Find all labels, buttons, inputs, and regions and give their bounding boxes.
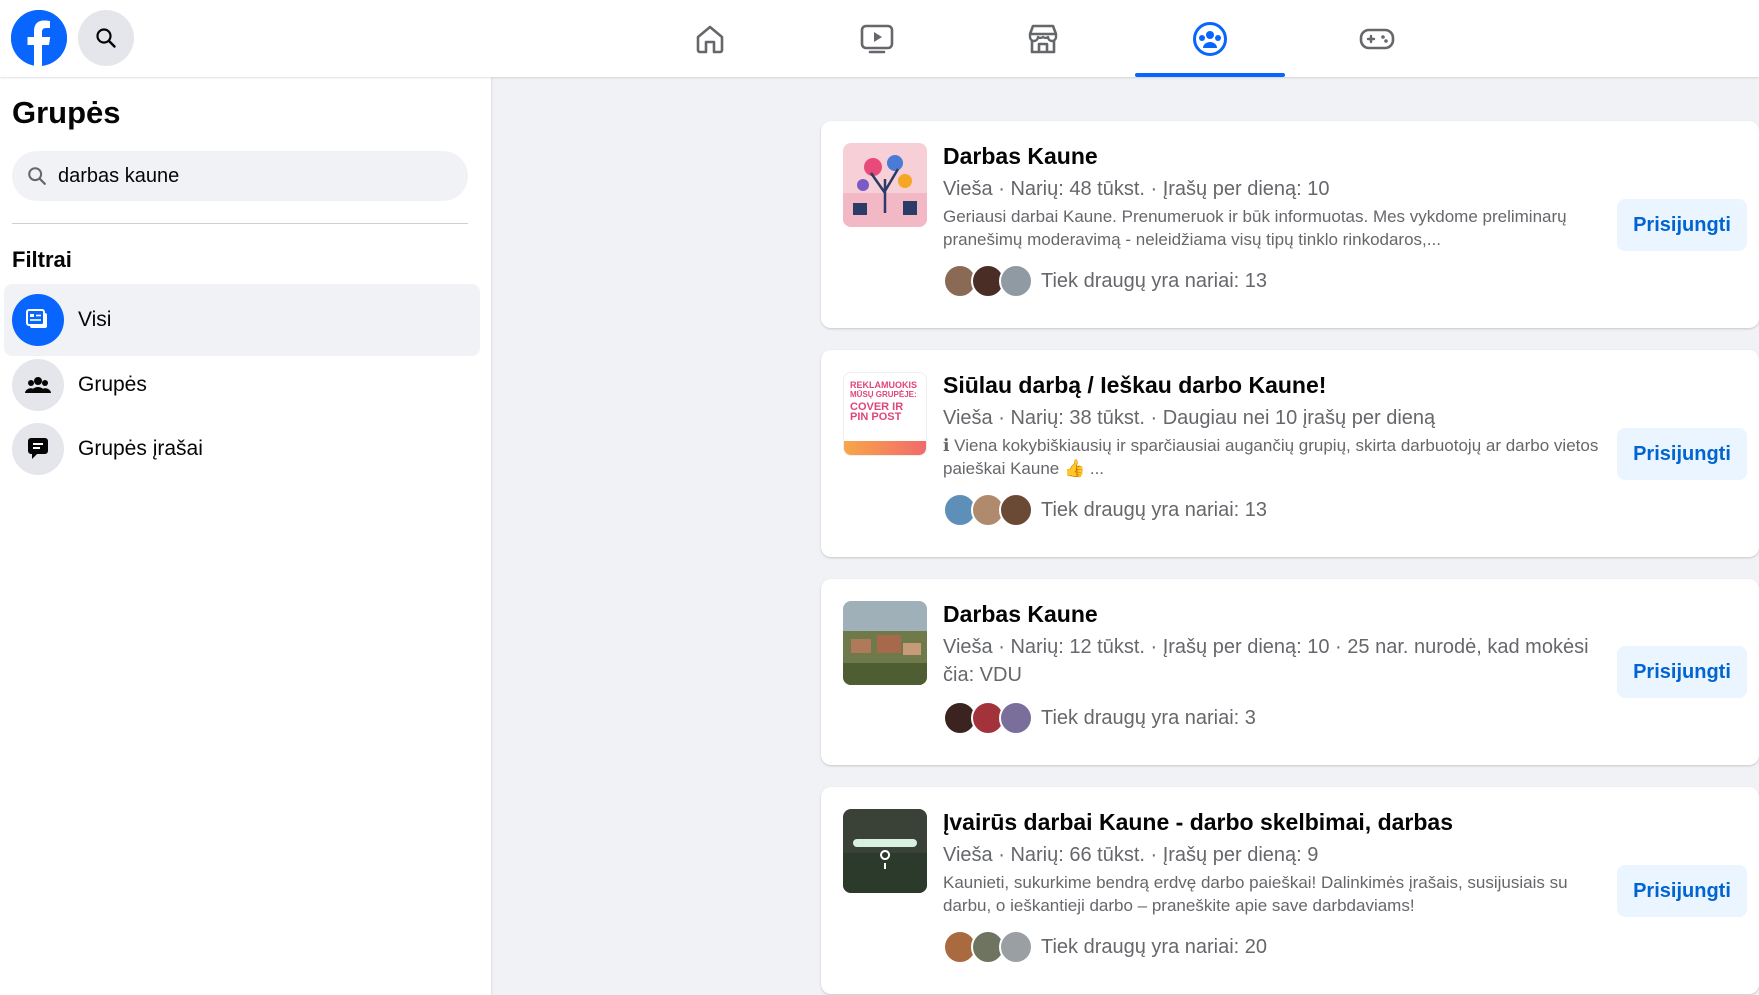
group-meta: Vieša · Narių: 38 tūkst. · Daugiau nei 1… [943, 407, 1436, 429]
group-title[interactable]: Darbas Kaune [943, 143, 1098, 170]
people-group-icon [12, 359, 64, 411]
thumbnail-text: REKLAMUOKIS [850, 380, 917, 390]
feed-icon [12, 294, 64, 346]
join-button[interactable]: Prisijungti [1617, 646, 1747, 698]
join-button[interactable]: Prisijungti [1617, 199, 1747, 251]
marketplace-icon [1028, 24, 1058, 53]
group-thumbnail[interactable] [843, 601, 927, 685]
search-input[interactable] [58, 164, 438, 188]
group-title[interactable]: Siūlau darbą / Ieškau darbo Kaune! [943, 372, 1326, 399]
group-result-card[interactable]: Darbas Kaune Vieša · Narių: 48 tūkst. · … [821, 121, 1759, 328]
home-icon [696, 25, 724, 53]
friend-members: Tiek draugų yra nariai: 3 [943, 701, 1256, 735]
search-icon[interactable] [78, 10, 134, 66]
group-meta: Vieša · Narių: 12 tūkst. · Įrašų per die… [943, 636, 1589, 686]
group-description: ℹ Viena kokybiškiausių ir sparčiausiai a… [943, 436, 1599, 478]
friend-members: Tiek draugų yra nariai: 13 [943, 493, 1267, 527]
friends-count: Tiek draugų yra nariai: 13 [1041, 269, 1268, 292]
filter-item-all[interactable]: Visi [4, 284, 480, 356]
group-title[interactable]: Įvairūs darbai Kaune - darbo skelbimai, … [943, 809, 1453, 836]
nav-tab-marketplace[interactable] [968, 0, 1118, 77]
friends-count: Tiek draugų yra nariai: 3 [1041, 706, 1256, 729]
filter-item-label: Grupės įrašai [78, 437, 203, 460]
filter-item-groups[interactable]: Grupės [4, 349, 480, 421]
sidebar: Grupės Filtrai Visi [0, 77, 491, 995]
facebook-logo-icon[interactable] [11, 10, 67, 66]
gaming-icon [1359, 28, 1395, 49]
group-thumbnail[interactable] [843, 143, 927, 227]
nav-tab-gaming[interactable] [1302, 0, 1452, 77]
filters-heading: Filtrai [12, 247, 72, 272]
friend-avatar [999, 493, 1033, 527]
search-box[interactable] [12, 151, 468, 201]
filter-item-label: Visi [78, 308, 112, 331]
join-button[interactable]: Prisijungti [1617, 428, 1747, 480]
group-thumbnail[interactable] [843, 809, 927, 893]
friend-avatar [999, 701, 1033, 735]
thumbnail-text: PIN POST [850, 411, 902, 423]
top-navigation-bar [0, 0, 1759, 77]
nav-tab-groups[interactable] [1135, 0, 1285, 77]
filter-item-label: Grupės [78, 373, 147, 396]
thumbnail-text: MŪSŲ GRUPĖJE: [850, 390, 917, 399]
friend-members: Tiek draugų yra nariai: 13 [943, 264, 1267, 298]
group-meta: Vieša · Narių: 48 tūkst. · Įrašų per die… [943, 178, 1330, 200]
group-result-card[interactable]: Įvairūs darbai Kaune - darbo skelbimai, … [821, 787, 1759, 994]
join-button[interactable]: Prisijungti [1617, 865, 1747, 917]
group-thumbnail[interactable]: REKLAMUOKIS MŪSŲ GRUPĖJE: COVER IR PIN P… [843, 372, 927, 456]
friend-avatar [999, 930, 1033, 964]
group-meta: Vieša · Narių: 66 tūkst. · Įrašų per die… [943, 844, 1319, 866]
filter-item-group-posts[interactable]: Grupės įrašai [4, 413, 480, 485]
comment-icon [12, 423, 64, 475]
group-result-card[interactable]: Darbas Kaune Vieša · Narių: 12 tūkst. · … [821, 579, 1759, 765]
nav-tab-video[interactable] [802, 0, 952, 77]
group-description: Kaunieti, sukurkime bendrą erdvę darbo p… [943, 873, 1568, 915]
video-icon [860, 24, 894, 53]
group-description: Geriausi darbai Kaune. Prenumeruok ir bū… [943, 207, 1567, 249]
friends-count: Tiek draugų yra nariai: 20 [1041, 935, 1268, 958]
nav-tab-home[interactable] [635, 0, 785, 77]
friend-avatar [999, 264, 1033, 298]
groups-icon [1193, 21, 1227, 56]
divider [12, 223, 468, 224]
friend-members: Tiek draugų yra nariai: 20 [943, 930, 1267, 964]
search-icon [28, 167, 46, 185]
group-result-card[interactable]: REKLAMUOKIS MŪSŲ GRUPĖJE: COVER IR PIN P… [821, 350, 1759, 557]
group-title[interactable]: Darbas Kaune [943, 601, 1098, 628]
friends-count: Tiek draugų yra nariai: 13 [1041, 498, 1268, 521]
page-title: Grupės [12, 95, 121, 130]
